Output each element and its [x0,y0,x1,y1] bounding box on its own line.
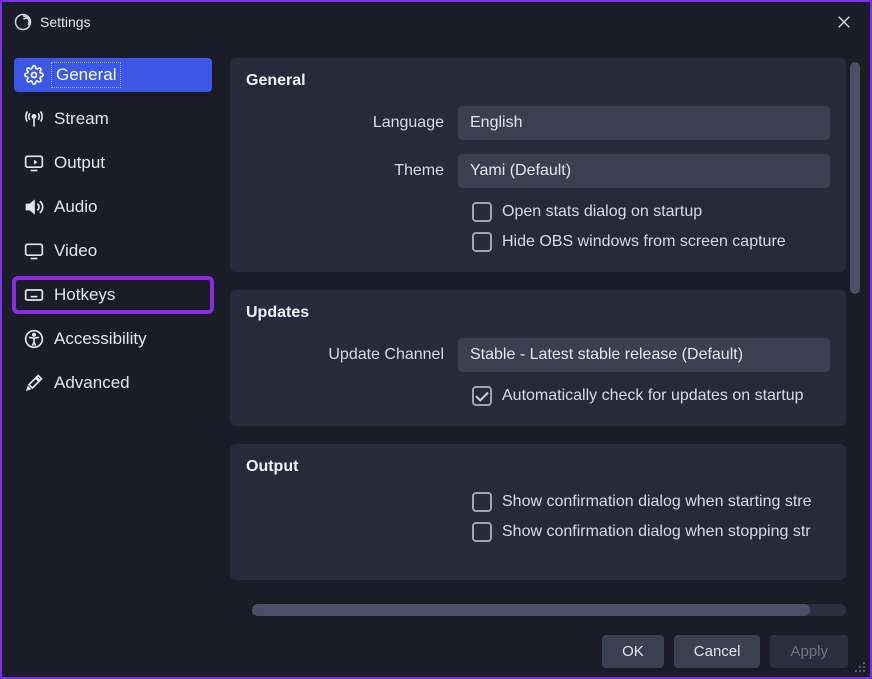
hide-obs-label: Hide OBS windows from screen capture [502,233,786,251]
section-title: General [246,72,830,90]
section-title: Updates [246,304,830,322]
dialog-footer: OK Cancel Apply [4,627,868,675]
ok-button[interactable]: OK [602,635,664,668]
vertical-scrollbar[interactable] [850,62,860,294]
window-title: Settings [40,14,91,30]
row-theme: Theme Yami (Default) [246,154,830,188]
speaker-icon [24,197,44,217]
sidebar-item-label: Video [54,241,97,261]
confirm-start-stream-label: Show confirmation dialog when starting s… [502,493,812,511]
obs-logo-icon [14,13,32,31]
sidebar-item-label: Hotkeys [54,285,115,305]
row-open-stats: Open stats dialog on startup [246,202,830,222]
settings-content: General Language English Theme Yami (Def… [230,58,860,616]
hide-obs-checkbox[interactable] [472,232,492,252]
open-stats-label: Open stats dialog on startup [502,203,702,221]
monitor-output-icon [24,153,44,173]
titlebar: Settings [2,2,870,42]
sidebar-item-label: Audio [54,197,97,217]
sidebar-item-label: Output [54,153,105,173]
confirm-stop-stream-checkbox[interactable] [472,522,492,542]
horizontal-scrollbar-track[interactable] [252,604,846,616]
settings-sidebar: General Stream Output [2,52,224,622]
sidebar-item-label: Advanced [54,373,130,393]
antenna-icon [24,109,44,129]
section-title: Output [246,458,830,476]
tools-icon [24,373,44,393]
theme-label: Theme [246,162,458,180]
open-stats-checkbox[interactable] [472,202,492,222]
sidebar-item-stream[interactable]: Stream [14,102,212,136]
update-channel-label: Update Channel [246,346,458,364]
sidebar-item-hotkeys[interactable]: Hotkeys [14,278,212,312]
section-general: General Language English Theme Yami (Def… [230,58,846,272]
theme-select[interactable]: Yami (Default) [458,154,830,188]
horizontal-scrollbar-thumb[interactable] [252,604,810,616]
sidebar-item-video[interactable]: Video [14,234,212,268]
section-output: Output Show confirmation dialog when sta… [230,444,846,580]
close-button[interactable] [830,8,858,36]
update-channel-select[interactable]: Stable - Latest stable release (Default) [458,338,830,372]
sidebar-item-label: General [54,65,118,85]
row-hide-obs: Hide OBS windows from screen capture [246,232,830,252]
sidebar-item-general[interactable]: General [14,58,212,92]
auto-check-updates-checkbox[interactable] [472,386,492,406]
row-auto-check-updates: Automatically check for updates on start… [246,386,830,406]
row-update-channel: Update Channel Stable - Latest stable re… [246,338,830,372]
row-confirm-stop-stream: Show confirmation dialog when stopping s… [246,522,830,542]
sidebar-item-output[interactable]: Output [14,146,212,180]
section-updates: Updates Update Channel Stable - Latest s… [230,290,846,426]
apply-button: Apply [770,635,848,668]
row-confirm-start-stream: Show confirmation dialog when starting s… [246,492,830,512]
confirm-start-stream-checkbox[interactable] [472,492,492,512]
accessibility-icon [24,329,44,349]
keyboard-icon [24,285,44,305]
auto-check-updates-label: Automatically check for updates on start… [502,387,804,405]
cancel-button[interactable]: Cancel [674,635,761,668]
language-select[interactable]: English [458,106,830,140]
confirm-stop-stream-label: Show confirmation dialog when stopping s… [502,523,811,541]
monitor-icon [24,241,44,261]
row-language: Language English [246,106,830,140]
gear-icon [24,65,44,85]
sidebar-item-audio[interactable]: Audio [14,190,212,224]
sidebar-item-accessibility[interactable]: Accessibility [14,322,212,356]
sidebar-item-advanced[interactable]: Advanced [14,366,212,400]
language-label: Language [246,114,458,132]
sidebar-item-label: Accessibility [54,329,147,349]
sidebar-item-label: Stream [54,109,109,129]
